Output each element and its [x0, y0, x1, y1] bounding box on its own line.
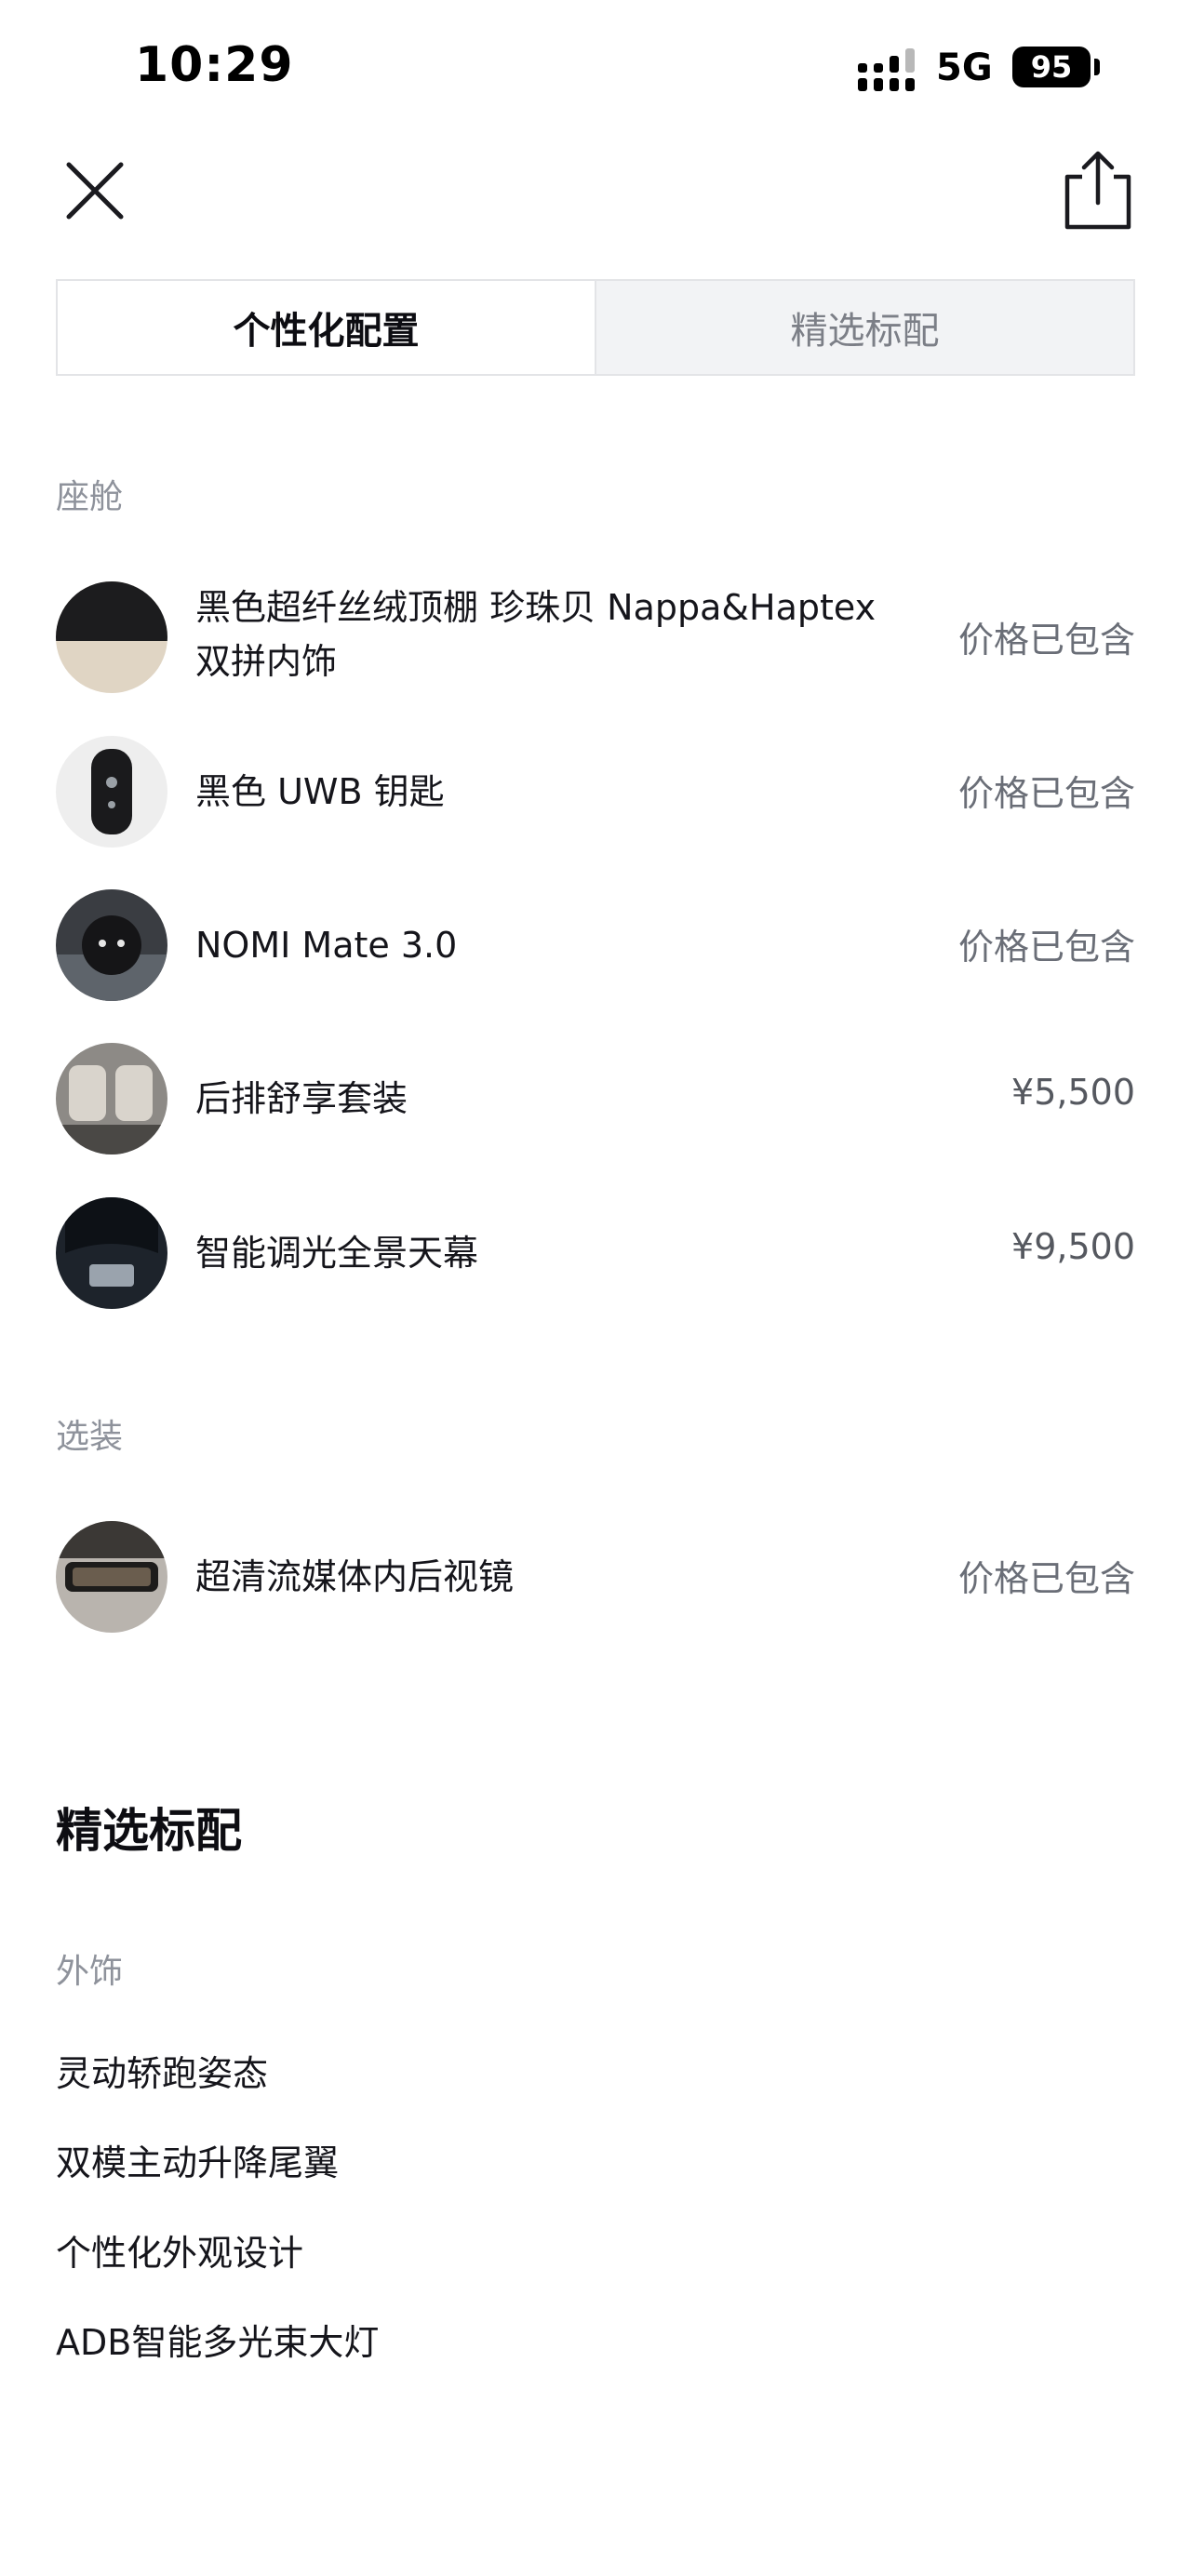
section-label-options: 选装 — [56, 1418, 124, 1456]
list-item-nomi[interactable]: NOMI Mate 3.0 价格已包含 — [56, 889, 1135, 1001]
rear-seat-thumbnail — [56, 1043, 167, 1155]
item-price: ¥9,500 — [1011, 1226, 1135, 1267]
status-bar: 10:29 5G 95 — [0, 0, 1191, 140]
interior-thumbnail — [56, 581, 167, 693]
battery-cap — [1094, 59, 1100, 75]
item-price: 价格已包含 — [957, 773, 1135, 814]
section-label-exterior: 外饰 — [56, 1953, 124, 1991]
network-type: 5G — [936, 47, 993, 89]
tab-bar: 个性化配置 精选标配 — [56, 279, 1135, 376]
item-price: 价格已包含 — [957, 927, 1135, 968]
tab-standard-config[interactable]: 精选标配 — [595, 281, 1133, 374]
item-name: 智能调光全景天幕 — [195, 1233, 479, 1274]
item-name-line2: 双拼内饰 — [195, 641, 338, 682]
item-name: 黑色 UWB 钥匙 — [195, 771, 445, 812]
feature-item: 双模主动升降尾翼 — [56, 2142, 340, 2183]
item-name: NOMI Mate 3.0 — [195, 925, 458, 966]
feature-item: ADB智能多光束大灯 — [56, 2322, 380, 2363]
section-label-cabin: 座舱 — [56, 478, 124, 516]
share-icon[interactable] — [1056, 149, 1140, 233]
item-price: ¥5,500 — [1011, 1072, 1135, 1113]
item-price: 价格已包含 — [957, 1558, 1135, 1599]
feature-item: 个性化外观设计 — [56, 2233, 304, 2274]
list-item-interior[interactable]: 黑色超纤丝绒顶棚 珍珠贝 Nappa&Haptex 双拼内饰 价格已包含 — [56, 581, 1135, 693]
feature-item: 灵动轿跑姿态 — [56, 2053, 269, 2094]
list-item-rear-comfort[interactable]: 后排舒享套装 ¥5,500 — [56, 1043, 1135, 1155]
item-name: 后排舒享套装 — [195, 1078, 408, 1119]
battery-icon: 95 — [1012, 47, 1091, 87]
list-item-uwb-key[interactable]: 黑色 UWB 钥匙 价格已包含 — [56, 736, 1135, 848]
item-name: 超清流媒体内后视镜 — [195, 1556, 515, 1597]
item-name: 黑色超纤丝绒顶棚 珍珠贝 Nappa&Haptex — [195, 587, 877, 628]
item-price: 价格已包含 — [957, 620, 1135, 661]
list-item-panoramic-roof[interactable]: 智能调光全景天幕 ¥9,500 — [56, 1197, 1135, 1309]
uwb-key-thumbnail — [56, 736, 167, 848]
rearview-mirror-thumbnail — [56, 1521, 167, 1633]
status-time: 10:29 — [135, 37, 294, 93]
signal-icon — [858, 48, 915, 91]
section-heading-standard: 精选标配 — [56, 1804, 242, 1858]
panoramic-roof-thumbnail — [56, 1197, 167, 1309]
close-icon[interactable] — [58, 153, 132, 228]
list-item-rearview-mirror[interactable]: 超清流媒体内后视镜 价格已包含 — [56, 1521, 1135, 1633]
tab-personalized-config[interactable]: 个性化配置 — [58, 281, 595, 374]
nomi-thumbnail — [56, 889, 167, 1001]
